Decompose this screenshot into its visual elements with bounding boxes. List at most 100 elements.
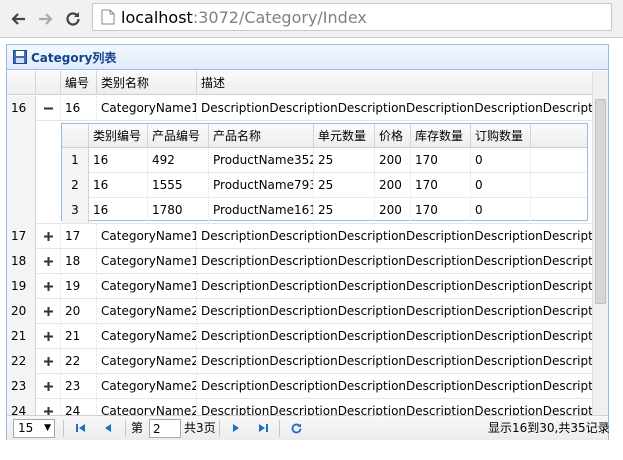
url-path: :3072/Category/Index xyxy=(192,7,367,27)
expand-toggle[interactable] xyxy=(36,349,61,374)
panel-header: Category列表 xyxy=(7,45,608,70)
plus-icon xyxy=(43,257,53,266)
table-row[interactable]: 16 16 CategoryName16 DescriptionDescript… xyxy=(7,96,594,121)
cell-desc: DescriptionDescriptionDescriptionDescrip… xyxy=(197,349,594,374)
table-row[interactable]: 19 19 CategoryName19 DescriptionDescript… xyxy=(7,274,594,299)
row-number: 24 xyxy=(7,399,36,415)
sub-cell-stock: 170 xyxy=(411,148,471,173)
plus-icon xyxy=(43,332,53,341)
page-icon xyxy=(101,9,115,25)
row-number: 17 xyxy=(7,224,36,249)
reload-button[interactable] xyxy=(62,8,84,30)
header-name[interactable]: 类别名称 xyxy=(97,71,197,95)
refresh-icon xyxy=(291,423,301,433)
sub-cell-pname: ProductName7934 xyxy=(209,173,314,198)
last-page-icon xyxy=(259,424,268,432)
sub-header-stock[interactable]: 库存数量 xyxy=(411,124,471,148)
row-number: 18 xyxy=(7,249,36,274)
cell-desc: DescriptionDescriptionDescriptionDescrip… xyxy=(197,274,594,299)
header-toggle xyxy=(36,71,61,95)
pager-separator xyxy=(219,420,220,437)
scrollbar-thumb[interactable] xyxy=(595,99,606,304)
header-desc[interactable]: 描述 xyxy=(197,71,594,95)
sub-cell-stock: 170 xyxy=(411,173,471,198)
prev-page-icon xyxy=(105,424,111,432)
paging-summary: 显示16到30,共35记录 xyxy=(488,421,610,435)
address-bar[interactable]: localhost:3072/Category/Index xyxy=(92,3,612,31)
sub-cell-unit: 25 xyxy=(314,173,375,198)
chevron-down-icon: ▼ xyxy=(44,423,51,433)
next-page-button[interactable] xyxy=(228,420,244,436)
expand-toggle[interactable] xyxy=(36,374,61,399)
panel-title: Category列表 xyxy=(31,50,117,65)
prev-page-button[interactable] xyxy=(100,420,116,436)
sub-cell-order: 0 xyxy=(471,148,531,173)
row-number: 21 xyxy=(7,324,36,349)
sub-header-rownum xyxy=(62,124,89,148)
sub-cell-pid: 1780 xyxy=(148,198,209,223)
cell-name: CategoryName23 xyxy=(97,374,197,399)
arrow-left-icon xyxy=(11,13,25,25)
subgrid-row[interactable]: 3 16 1780 ProductName1614 25 200 170 0 xyxy=(62,198,587,223)
sub-header-order[interactable]: 订购数量 xyxy=(471,124,531,148)
subgrid-row[interactable]: 1 16 492 ProductName3529 25 200 170 0 xyxy=(62,148,587,173)
sub-cell-unit: 25 xyxy=(314,198,375,223)
category-grid: 编号 类别名称 描述 16 16 CategoryName16 Descript… xyxy=(7,71,610,415)
page-size-select[interactable]: 15 ▼ xyxy=(13,419,55,438)
subgrid-row[interactable]: 2 16 1555 ProductName7934 25 200 170 0 xyxy=(62,173,587,198)
last-page-button[interactable] xyxy=(255,420,271,436)
cell-name: CategoryName22 xyxy=(97,349,197,374)
collapse-toggle[interactable] xyxy=(36,96,61,121)
cell-id: 21 xyxy=(61,324,97,349)
table-row[interactable]: 17 17 CategoryName17 DescriptionDescript… xyxy=(7,224,594,249)
plus-icon xyxy=(43,232,53,241)
sub-header-pname[interactable]: 产品名称 xyxy=(209,124,314,148)
sub-cell-cat: 16 xyxy=(89,148,148,173)
subgrid-header: 类别编号 产品编号 产品名称 单元数量 价格 库存数量 订购数量 xyxy=(62,124,587,148)
page-prefix-label: 第 xyxy=(131,421,144,435)
refresh-button[interactable] xyxy=(288,420,304,436)
back-button[interactable] xyxy=(8,8,30,30)
sub-row-number: 2 xyxy=(62,173,89,198)
expand-toggle[interactable] xyxy=(36,299,61,324)
cell-id: 18 xyxy=(61,249,97,274)
expand-toggle[interactable] xyxy=(36,224,61,249)
table-row[interactable]: 24 24 CategoryName24 DescriptionDescript… xyxy=(7,399,594,415)
table-row[interactable]: 21 21 CategoryName21 DescriptionDescript… xyxy=(7,324,594,349)
pager-separator xyxy=(279,420,280,437)
expand-toggle[interactable] xyxy=(36,274,61,299)
row-number: 16 xyxy=(7,96,36,121)
table-row[interactable]: 23 23 CategoryName23 DescriptionDescript… xyxy=(7,374,594,399)
sub-cell-cat: 16 xyxy=(89,173,148,198)
cell-name: CategoryName24 xyxy=(97,399,197,415)
table-row[interactable]: 22 22 CategoryName22 DescriptionDescript… xyxy=(7,349,594,374)
expand-toggle[interactable] xyxy=(36,249,61,274)
cell-id: 20 xyxy=(61,299,97,324)
page-number-input[interactable] xyxy=(149,419,181,438)
sub-cell-order: 0 xyxy=(471,173,531,198)
vertical-scrollbar[interactable] xyxy=(592,71,608,415)
sub-cell-pname: ProductName1614 xyxy=(209,198,314,223)
header-id[interactable]: 编号 xyxy=(61,71,97,95)
first-page-button[interactable] xyxy=(73,420,89,436)
forward-button[interactable] xyxy=(34,8,56,30)
row-number: 23 xyxy=(7,374,36,399)
expand-toggle[interactable] xyxy=(36,399,61,415)
cell-desc: DescriptionDescriptionDescriptionDescrip… xyxy=(197,299,594,324)
table-row[interactable]: 20 20 CategoryName20 DescriptionDescript… xyxy=(7,299,594,324)
cell-id: 17 xyxy=(61,224,97,249)
minus-icon xyxy=(43,107,53,110)
sub-header-cat[interactable]: 类别编号 xyxy=(89,124,148,148)
sub-header-price[interactable]: 价格 xyxy=(375,124,411,148)
plus-icon xyxy=(43,357,53,366)
expand-toggle[interactable] xyxy=(36,324,61,349)
cell-name: CategoryName18 xyxy=(97,249,197,274)
reload-icon xyxy=(66,12,80,26)
cell-desc: DescriptionDescriptionDescriptionDescrip… xyxy=(197,399,594,415)
sub-row-number: 1 xyxy=(62,148,89,173)
cell-desc: DescriptionDescriptionDescriptionDescrip… xyxy=(197,249,594,274)
sub-header-unit[interactable]: 单元数量 xyxy=(314,124,375,148)
table-row[interactable]: 18 18 CategoryName18 DescriptionDescript… xyxy=(7,249,594,274)
sub-header-pid[interactable]: 产品编号 xyxy=(148,124,209,148)
first-page-icon xyxy=(76,424,85,432)
